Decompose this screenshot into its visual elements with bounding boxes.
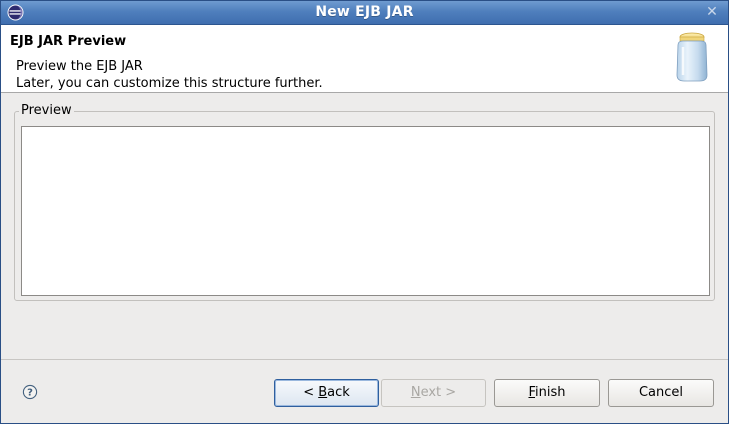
back-button-mnemonic: B xyxy=(318,385,328,400)
svg-text:?: ? xyxy=(27,388,33,399)
close-icon[interactable]: ✕ xyxy=(704,4,720,20)
cancel-button[interactable]: Cancel xyxy=(608,379,714,407)
jar-icon xyxy=(676,32,708,82)
finish-button-suffix: inish xyxy=(535,385,566,400)
button-bar-separator xyxy=(1,359,728,360)
finish-button[interactable]: Finish xyxy=(494,379,600,407)
back-button[interactable]: < Back xyxy=(274,379,379,407)
window-title: New EJB JAR xyxy=(315,4,414,20)
preview-area[interactable] xyxy=(21,126,710,296)
next-button-mnemonic: N xyxy=(410,385,421,400)
back-button-suffix: ack xyxy=(327,385,350,400)
wizard-header: EJB JAR Preview Preview the EJB JAR Late… xyxy=(1,25,728,93)
next-button-suffix: ext > xyxy=(420,385,457,400)
title-bar[interactable]: New EJB JAR ✕ xyxy=(1,1,728,25)
next-button[interactable]: Next > xyxy=(381,379,486,407)
dialog-window: New EJB JAR ✕ EJB JAR Preview Preview th… xyxy=(0,0,729,424)
page-description: Preview the EJB JAR xyxy=(16,59,143,74)
preview-group-label: Preview xyxy=(19,103,74,118)
help-icon[interactable]: ? xyxy=(22,384,38,400)
page-description-detail: Later, you can customize this structure … xyxy=(16,76,323,91)
back-button-prefix: < xyxy=(303,385,319,400)
page-title: EJB JAR Preview xyxy=(10,34,127,49)
